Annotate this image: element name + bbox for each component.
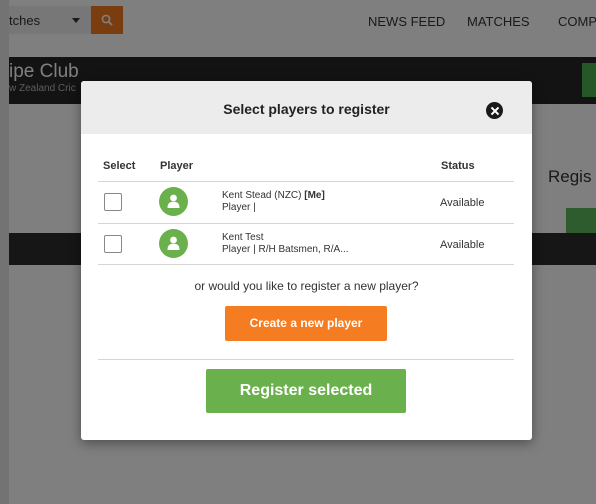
table-row: Kent Test Player | R/H Batsmen, R/A... A…: [81, 224, 532, 265]
avatar: [159, 229, 188, 258]
avatar: [159, 187, 188, 216]
user-icon: [167, 194, 180, 208]
user-icon: [167, 236, 180, 250]
column-header-player: Player: [160, 160, 194, 172]
player-status: Available: [440, 197, 485, 209]
player-name: Kent Test: [222, 232, 264, 243]
register-players-modal: Select players to register Select Player…: [81, 81, 532, 440]
create-new-player-button[interactable]: Create a new player: [225, 306, 387, 341]
player-description: Player |: [222, 202, 256, 213]
modal-header: Select players to register: [81, 81, 532, 134]
row-divider: [98, 264, 514, 265]
player-checkbox[interactable]: [104, 235, 122, 253]
register-selected-button[interactable]: Register selected: [206, 369, 406, 413]
player-description: Player | R/H Batsmen, R/A...: [222, 244, 349, 255]
table-row: Kent Stead (NZC) [Me] Player | Available: [81, 182, 532, 223]
player-status: Available: [440, 239, 485, 251]
player-name: Kent Stead (NZC) [Me]: [222, 190, 325, 201]
new-player-prompt: or would you like to register a new play…: [194, 279, 419, 293]
close-icon[interactable]: [486, 102, 503, 119]
column-header-select: Select: [103, 160, 136, 172]
section-divider: [98, 359, 514, 360]
player-checkbox[interactable]: [104, 193, 122, 211]
column-header-status: Status: [441, 160, 475, 172]
modal-title: Select players to register: [223, 101, 390, 117]
me-tag: [Me]: [304, 190, 325, 201]
